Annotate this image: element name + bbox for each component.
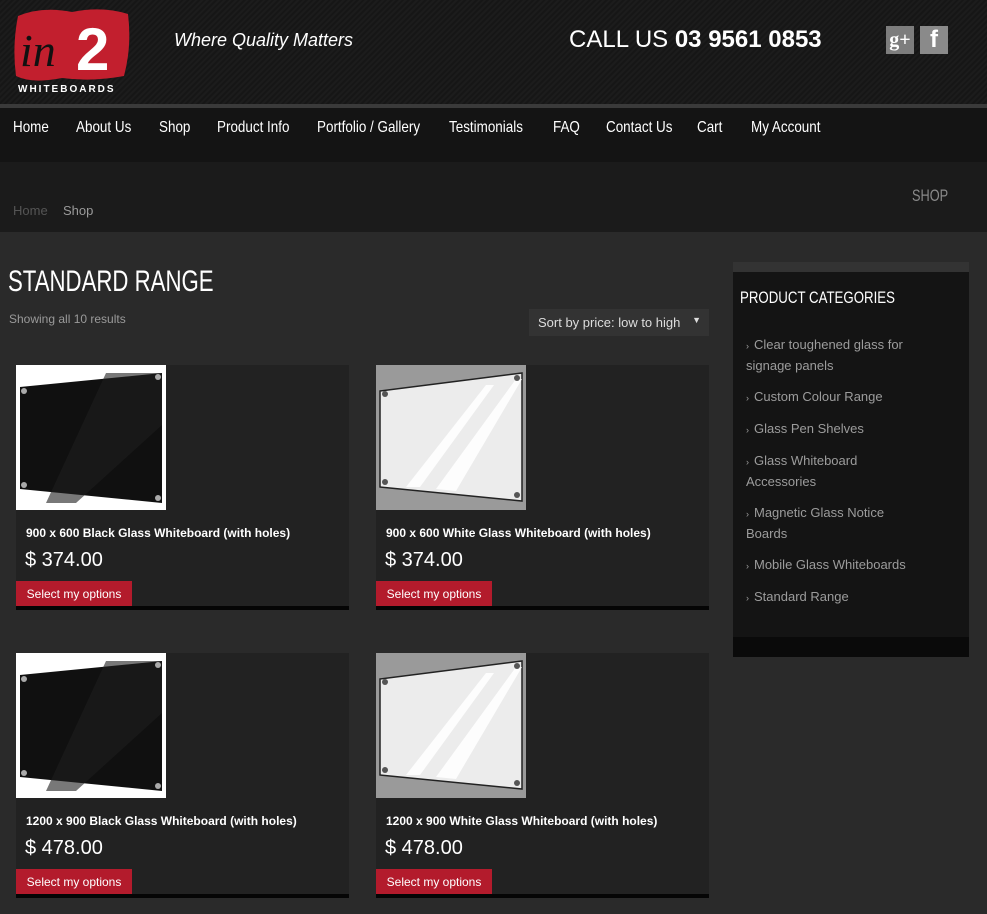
chevron-right-icon: ›	[746, 393, 749, 403]
chevron-right-icon: ›	[746, 457, 749, 467]
select-options-button[interactable]: Select my options	[16, 581, 132, 606]
nav-testimonials[interactable]: Testimonials	[449, 119, 523, 137]
section-title: SHOP	[912, 186, 949, 205]
select-options-button[interactable]: Select my options	[16, 869, 132, 894]
phone-number[interactable]: 03 9561 0853	[675, 26, 822, 53]
breadcrumb-home[interactable]: Home	[13, 203, 48, 218]
breadcrumb-current: Shop	[63, 203, 94, 218]
widget-title: PRODUCT CATEGORIES	[740, 288, 895, 307]
product-image[interactable]	[16, 653, 166, 798]
main-nav: Home About Us Shop Product Info Portfoli…	[0, 108, 987, 162]
nav-product-info[interactable]: Product Info	[217, 119, 289, 137]
product-price: $ 374.00	[25, 549, 103, 571]
product-image[interactable]	[376, 365, 526, 510]
breadcrumb-bar: Home Shop SHOP	[0, 162, 987, 232]
result-count: Showing all 10 results	[9, 312, 126, 326]
product-categories-widget: PRODUCT CATEGORIES › Clear toughened glas…	[733, 262, 969, 657]
nav-my-account[interactable]: My Account	[751, 119, 820, 137]
product-card: 900 x 600 White Glass Whiteboard (with h…	[376, 365, 709, 610]
nav-contact-us[interactable]: Contact Us	[606, 119, 672, 137]
category-link[interactable]: › Glass Pen Shelves	[746, 419, 926, 440]
chevron-right-icon: ›	[746, 341, 749, 351]
product-card: 1200 x 900 White Glass Whiteboard (with …	[376, 653, 709, 898]
page-title: STANDARD RANGE	[8, 265, 214, 298]
chevron-down-icon: ▼	[692, 315, 701, 325]
sort-selected-value: Sort by price: low to high	[538, 315, 681, 330]
tagline: Where Quality Matters	[174, 30, 354, 50]
product-price: $ 374.00	[385, 549, 463, 571]
chevron-right-icon: ›	[746, 425, 749, 435]
product-image[interactable]	[16, 365, 166, 510]
product-name[interactable]: 1200 x 900 White Glass Whiteboard (with …	[386, 814, 657, 828]
product-card: 900 x 600 Black Glass Whiteboard (with h…	[16, 365, 349, 610]
select-options-button[interactable]: Select my options	[376, 869, 492, 894]
in2-logo[interactable]: in 2 WHITEBOARDS	[12, 6, 132, 94]
product-card: 1200 x 900 Black Glass Whiteboard (with …	[16, 653, 349, 898]
call-label: CALL US	[569, 26, 669, 53]
category-link[interactable]: › Standard Range	[746, 587, 926, 608]
nav-cart[interactable]: Cart	[697, 119, 722, 137]
nav-faq[interactable]: FAQ	[553, 119, 580, 137]
category-link[interactable]: › Clear toughened glass for signage panel…	[746, 335, 926, 376]
product-name[interactable]: 900 x 600 White Glass Whiteboard (with h…	[386, 526, 651, 540]
svg-text:in: in	[20, 25, 56, 76]
nav-home[interactable]: Home	[13, 119, 49, 137]
category-link[interactable]: › Mobile Glass Whiteboards	[746, 555, 926, 576]
nav-portfolio-gallery[interactable]: Portfolio / Gallery	[317, 119, 420, 137]
phone-callout: CALL US 03 9561 0853	[569, 26, 822, 54]
google-plus-icon[interactable]: g+	[886, 26, 914, 54]
nav-shop[interactable]: Shop	[159, 119, 190, 137]
product-image[interactable]	[376, 653, 526, 798]
svg-text:2: 2	[76, 16, 109, 83]
product-name[interactable]: 1200 x 900 Black Glass Whiteboard (with …	[26, 814, 297, 828]
select-options-button[interactable]: Select my options	[376, 581, 492, 606]
product-price: $ 478.00	[385, 837, 463, 859]
sort-select[interactable]: Sort by price: low to high ▼	[529, 309, 709, 336]
chevron-right-icon: ›	[746, 561, 749, 571]
category-link[interactable]: › Magnetic Glass Notice Boards	[746, 503, 926, 544]
product-name[interactable]: 900 x 600 Black Glass Whiteboard (with h…	[26, 526, 290, 540]
category-link[interactable]: › Custom Colour Range	[746, 387, 926, 408]
chevron-right-icon: ›	[746, 593, 749, 603]
svg-text:WHITEBOARDS: WHITEBOARDS	[18, 84, 116, 94]
category-link[interactable]: › Glass Whiteboard Accessories	[746, 451, 926, 492]
chevron-right-icon: ›	[746, 509, 749, 519]
nav-about-us[interactable]: About Us	[76, 119, 131, 137]
facebook-icon[interactable]: f	[920, 26, 948, 54]
product-price: $ 478.00	[25, 837, 103, 859]
widget-footer	[733, 637, 969, 657]
site-header: in 2 WHITEBOARDS Where Quality Matters C…	[0, 0, 987, 104]
